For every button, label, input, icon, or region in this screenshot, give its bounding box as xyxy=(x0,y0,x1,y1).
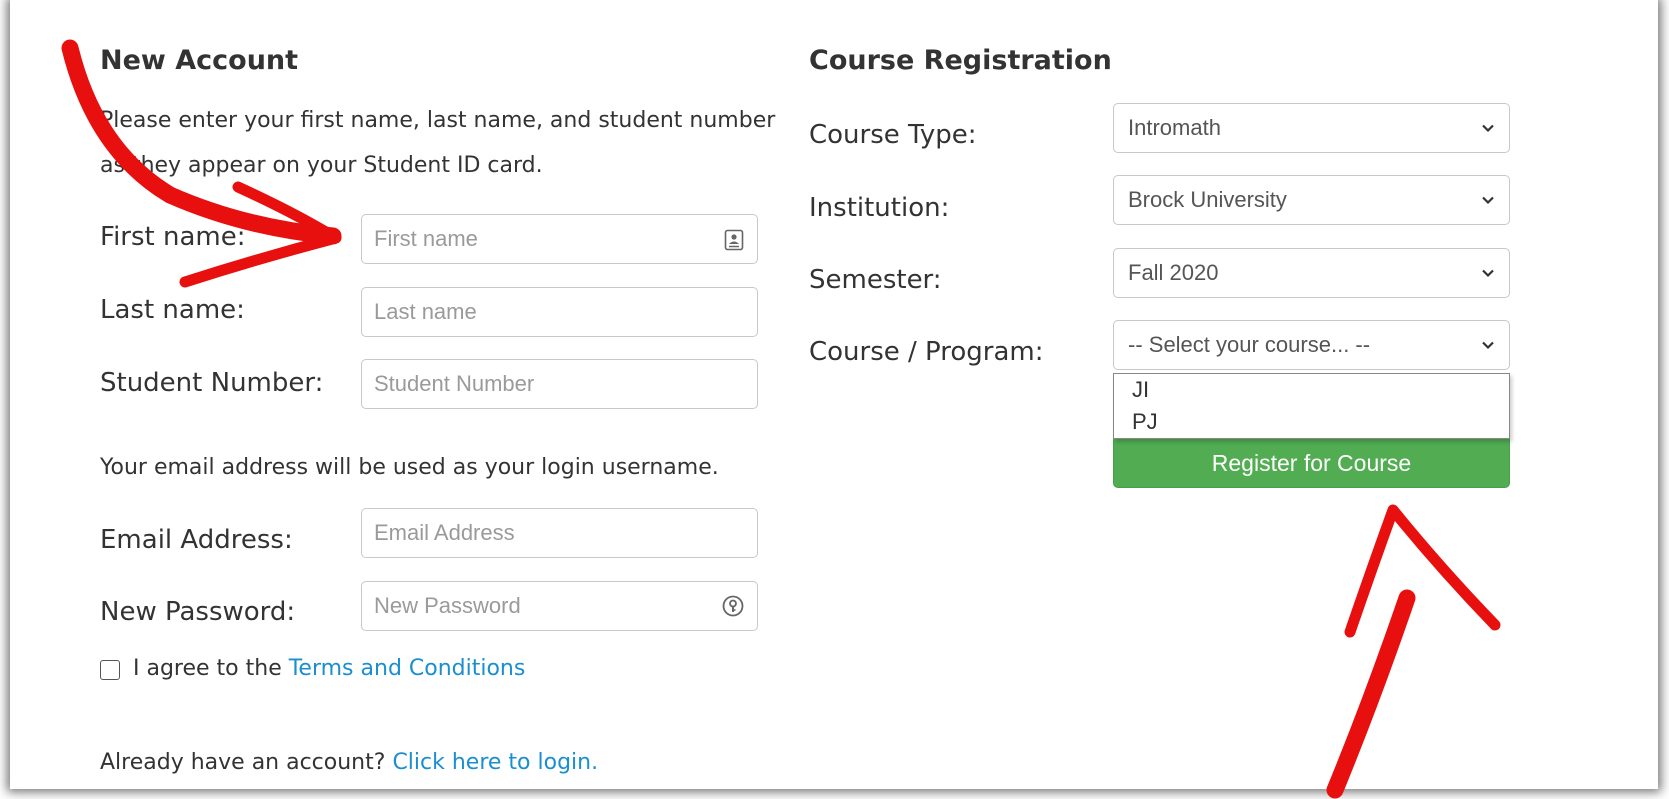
course-program-dropdown-list: JI PJ xyxy=(1113,373,1510,439)
course-registration-title: Course Registration xyxy=(809,45,1112,76)
student-number-label: Student Number: xyxy=(100,368,324,398)
semester-label: Semester: xyxy=(809,265,942,295)
semester-select[interactable]: Fall 2020 xyxy=(1113,248,1510,298)
last-name-label: Last name: xyxy=(100,295,245,325)
last-name-input[interactable] xyxy=(361,287,758,337)
first-name-label: First name: xyxy=(100,222,246,252)
terms-checkbox[interactable] xyxy=(100,660,120,680)
password-key-icon[interactable] xyxy=(722,595,744,617)
login-link[interactable]: Click here to login. xyxy=(392,750,598,775)
semester-value: Fall 2020 xyxy=(1128,260,1219,285)
login-prompt-text: Already have an account? xyxy=(100,750,393,775)
chevron-down-icon xyxy=(1482,341,1494,350)
login-prompt: Already have an account? Click here to l… xyxy=(100,750,598,775)
password-input[interactable] xyxy=(361,581,758,631)
password-label: New Password: xyxy=(100,597,296,627)
institution-value: Brock University xyxy=(1128,187,1287,212)
course-type-value: Intromath xyxy=(1128,115,1221,140)
student-number-input[interactable] xyxy=(361,359,758,409)
email-input[interactable] xyxy=(361,508,758,558)
chevron-down-icon xyxy=(1482,269,1494,278)
course-program-select[interactable]: -- Select your course... -- xyxy=(1113,320,1510,370)
institution-select[interactable]: Brock University xyxy=(1113,175,1510,225)
course-program-label: Course / Program: xyxy=(809,337,1044,367)
first-name-input[interactable] xyxy=(361,214,758,264)
dropdown-option[interactable]: PJ xyxy=(1114,406,1509,438)
terms-agree-prefix: I agree to the xyxy=(133,656,289,681)
intro-text-line2: as they appear on your Student ID card. xyxy=(100,153,543,178)
institution-label: Institution: xyxy=(809,193,950,223)
terms-link[interactable]: Terms and Conditions xyxy=(289,656,526,681)
intro-text-line1: Please enter your first name, last name,… xyxy=(100,108,776,133)
course-program-value: -- Select your course... -- xyxy=(1128,332,1371,357)
course-type-select[interactable]: Intromath xyxy=(1113,103,1510,153)
dropdown-option[interactable]: JI xyxy=(1114,374,1509,406)
contact-card-icon[interactable] xyxy=(724,229,744,251)
course-type-label: Course Type: xyxy=(809,120,977,150)
terms-agree-text: I agree to the Terms and Conditions xyxy=(133,656,525,681)
chevron-down-icon xyxy=(1482,196,1494,205)
new-account-title: New Account xyxy=(100,45,299,76)
chevron-down-icon xyxy=(1482,124,1494,133)
register-for-course-button[interactable]: Register for Course xyxy=(1113,438,1510,488)
email-note: Your email address will be used as your … xyxy=(100,455,719,480)
email-label: Email Address: xyxy=(100,525,293,555)
